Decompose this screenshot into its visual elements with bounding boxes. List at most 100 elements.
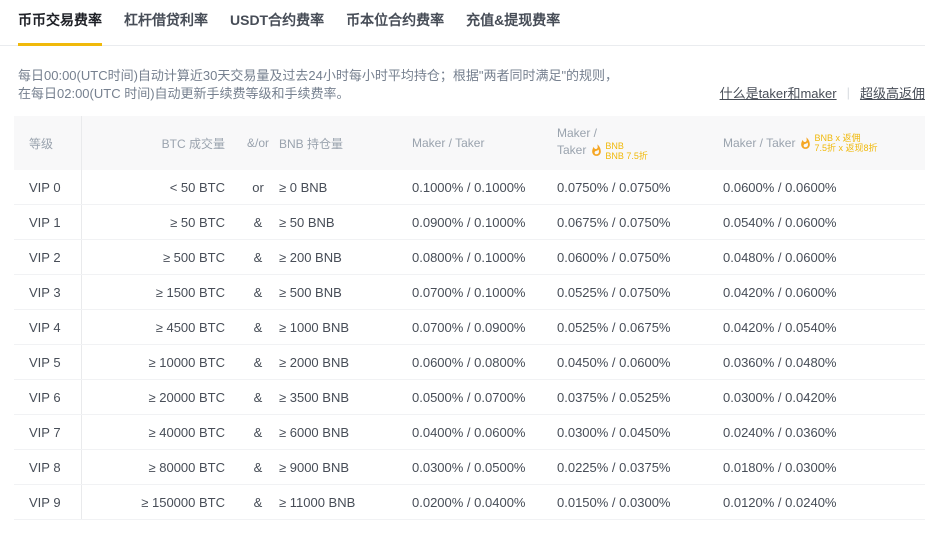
fee-tabs: 币币交易费率杠杆借贷利率 USDT合约费率币本位合约费率充值&提现费率 [0, 0, 925, 46]
description-line1: 每日00:00(UTC时间)自动计算近30天交易量及过去24小时每小时平均持仓；… [18, 67, 618, 85]
and-or-cell: & [237, 320, 279, 335]
bnb-balance-cell: ≥ 2000 BNB [279, 355, 412, 370]
column-header-level: 等级 [14, 135, 81, 152]
level-cell: VIP 5 [14, 355, 81, 370]
btc-volume-cell: ≥ 10000 BTC [81, 345, 237, 379]
maker-taker-cell: 0.0200% / 0.0400% [412, 495, 557, 510]
maker-taker-referral-cell: 0.0480% / 0.0600% [723, 250, 925, 265]
bnb-balance-cell: ≥ 0 BNB [279, 180, 412, 195]
super-referral-link[interactable]: 超级高返佣 [860, 83, 925, 102]
maker-taker-referral-cell: 0.0240% / 0.0360% [723, 425, 925, 440]
bnb-balance-cell: ≥ 500 BNB [279, 285, 412, 300]
maker-taker-cell: 0.0400% / 0.0600% [412, 425, 557, 440]
maker-taker-bnb-cell: 0.0450% / 0.0600% [557, 355, 723, 370]
maker-taker-bnb-cell: 0.0375% / 0.0525% [557, 390, 723, 405]
level-cell: VIP 3 [14, 285, 81, 300]
level-cell: VIP 1 [14, 215, 81, 230]
btc-volume-cell: ≥ 50 BTC [81, 205, 237, 239]
maker-taker-referral-cell: 0.0120% / 0.0240% [723, 495, 925, 510]
table-row: VIP 4 ≥ 4500 BTC & ≥ 1000 BNB 0.0700% / … [14, 310, 925, 345]
fee-page: 币币交易费率杠杆借贷利率 USDT合约费率币本位合约费率充值&提现费率 每日00:… [0, 0, 941, 541]
fee-tab[interactable]: USDT合约费率 [230, 10, 324, 45]
maker-taker-bnb-cell: 0.0525% / 0.0750% [557, 285, 723, 300]
maker-taker-bnb-cell: 0.0750% / 0.0750% [557, 180, 723, 195]
btc-volume-cell: ≥ 4500 BTC [81, 310, 237, 344]
and-or-cell: & [237, 390, 279, 405]
level-cell: VIP 2 [14, 250, 81, 265]
btc-volume-cell: ≥ 40000 BTC [81, 415, 237, 449]
and-or-cell: & [237, 285, 279, 300]
bnb-balance-cell: ≥ 6000 BNB [279, 425, 412, 440]
fee-table: 等级 BTC 成交量 &/or BNB 持仓量 Maker / Taker Ma… [14, 116, 925, 520]
btc-volume-cell: < 50 BTC [81, 170, 237, 204]
btc-volume-cell: ≥ 1500 BTC [81, 275, 237, 309]
maker-taker-referral-cell: 0.0600% / 0.0600% [723, 180, 925, 195]
btc-volume-cell: ≥ 500 BTC [81, 240, 237, 274]
and-or-cell: & [237, 425, 279, 440]
flame-icon [590, 144, 603, 157]
maker-taker-cell: 0.0900% / 0.1000% [412, 215, 557, 230]
fee-tab[interactable]: 币本位合约费率 [346, 10, 444, 45]
maker-taker-referral-cell: 0.0360% / 0.0480% [723, 355, 925, 370]
fee-tab[interactable]: 杠杆借贷利率 [124, 10, 208, 45]
bnb-balance-cell: ≥ 50 BNB [279, 215, 412, 230]
maker-taker-cell: 0.0800% / 0.1000% [412, 250, 557, 265]
bnb-discount-badge: BNB BNB 7.5折 [605, 141, 648, 161]
maker-taker-referral-cell: 0.0180% / 0.0300% [723, 460, 925, 475]
btc-volume-cell: ≥ 80000 BTC [81, 450, 237, 484]
table-row: VIP 9 ≥ 150000 BTC & ≥ 11000 BNB 0.0200%… [14, 485, 925, 520]
maker-taker-bnb-cell: 0.0675% / 0.0750% [557, 215, 723, 230]
maker-taker-referral-cell: 0.0420% / 0.0600% [723, 285, 925, 300]
and-or-cell: & [237, 460, 279, 475]
and-or-cell: & [237, 250, 279, 265]
referral-discount-badge: BNB x 返佣 7.5折 x 返现8折 [814, 133, 877, 153]
level-cell: VIP 0 [14, 180, 81, 195]
maker-taker-bnb-cell: 0.0600% / 0.0750% [557, 250, 723, 265]
table-row: VIP 8 ≥ 80000 BTC & ≥ 9000 BNB 0.0300% /… [14, 450, 925, 485]
table-body: VIP 0 < 50 BTC or ≥ 0 BNB 0.1000% / 0.10… [14, 170, 925, 520]
maker-taker-cell: 0.0500% / 0.0700% [412, 390, 557, 405]
level-cell: VIP 8 [14, 460, 81, 475]
maker-taker-referral-cell: 0.0420% / 0.0540% [723, 320, 925, 335]
and-or-cell: & [237, 215, 279, 230]
maker-taker-cell: 0.0300% / 0.0500% [412, 460, 557, 475]
table-row: VIP 0 < 50 BTC or ≥ 0 BNB 0.1000% / 0.10… [14, 170, 925, 205]
bnb-balance-cell: ≥ 1000 BNB [279, 320, 412, 335]
and-or-cell: or [237, 180, 279, 195]
level-cell: VIP 4 [14, 320, 81, 335]
level-cell: VIP 9 [14, 495, 81, 510]
maker-taker-referral-cell: 0.0540% / 0.0600% [723, 215, 925, 230]
link-divider: | [847, 85, 850, 100]
column-header-bnb-balance: BNB 持仓量 [279, 135, 412, 152]
table-row: VIP 1 ≥ 50 BTC & ≥ 50 BNB 0.0900% / 0.10… [14, 205, 925, 240]
level-cell: VIP 6 [14, 390, 81, 405]
bnb-balance-cell: ≥ 3500 BNB [279, 390, 412, 405]
maker-taker-cell: 0.1000% / 0.1000% [412, 180, 557, 195]
maker-taker-bnb-cell: 0.0300% / 0.0450% [557, 425, 723, 440]
table-row: VIP 5 ≥ 10000 BTC & ≥ 2000 BNB 0.0600% /… [14, 345, 925, 380]
column-header-maker-taker-bnb: Maker / Taker BNB BNB 7.5折 [557, 126, 723, 161]
table-row: VIP 3 ≥ 1500 BTC & ≥ 500 BNB 0.0700% / 0… [14, 275, 925, 310]
maker-taker-cell: 0.0700% / 0.1000% [412, 285, 557, 300]
maker-taker-cell: 0.0600% / 0.0800% [412, 355, 557, 370]
column-header-maker-taker: Maker / Taker [412, 136, 557, 150]
help-links: 什么是taker和maker | 超级高返佣 [720, 83, 925, 103]
table-row: VIP 6 ≥ 20000 BTC & ≥ 3500 BNB 0.0500% /… [14, 380, 925, 415]
table-row: VIP 7 ≥ 40000 BTC & ≥ 6000 BNB 0.0400% /… [14, 415, 925, 450]
level-cell: VIP 7 [14, 425, 81, 440]
maker-taker-bnb-cell: 0.0225% / 0.0375% [557, 460, 723, 475]
and-or-cell: & [237, 355, 279, 370]
description-line2: 在每日02:00(UTC 时间)自动更新手续费等级和手续费率。 [18, 85, 618, 103]
column-header-and-or: &/or [237, 136, 279, 150]
fee-tab[interactable]: 币币交易费率 [18, 10, 102, 45]
flame-icon [799, 137, 812, 150]
description-row: 每日00:00(UTC时间)自动计算近30天交易量及过去24小时每小时平均持仓；… [0, 46, 941, 103]
btc-volume-cell: ≥ 20000 BTC [81, 380, 237, 414]
bnb-balance-cell: ≥ 11000 BNB [279, 495, 412, 510]
column-header-btc-volume: BTC 成交量 [81, 116, 237, 170]
bnb-balance-cell: ≥ 9000 BNB [279, 460, 412, 475]
table-row: VIP 2 ≥ 500 BTC & ≥ 200 BNB 0.0800% / 0.… [14, 240, 925, 275]
fee-tab[interactable]: 充值&提现费率 [466, 10, 560, 45]
what-is-taker-maker-link[interactable]: 什么是taker和maker [720, 83, 837, 102]
maker-taker-bnb-cell: 0.0150% / 0.0300% [557, 495, 723, 510]
